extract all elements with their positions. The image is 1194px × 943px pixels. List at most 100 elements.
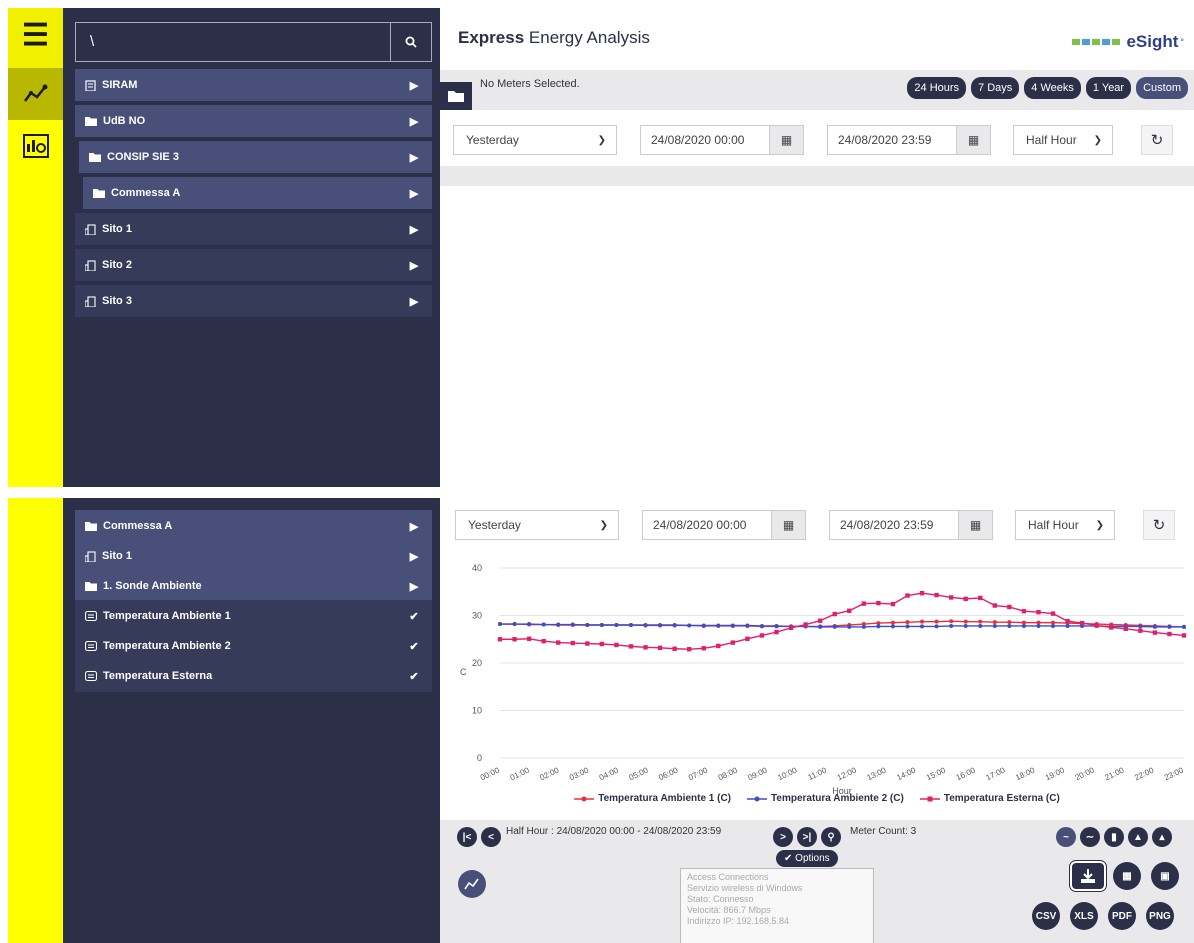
data-point: [730, 623, 735, 628]
data-point: [716, 623, 721, 628]
data-point: [628, 623, 633, 627]
check-icon[interactable]: ✔: [406, 640, 422, 653]
data-point: [643, 645, 648, 650]
bar-chart-type-icon[interactable]: ▮: [1104, 827, 1124, 847]
data-point: [949, 623, 954, 628]
folder-icon: [85, 521, 97, 531]
analysis-line-icon[interactable]: [8, 68, 63, 120]
interval-select[interactable]: Half Hour ❯: [1015, 510, 1115, 540]
expand-arrow-icon[interactable]: ▶: [406, 115, 422, 128]
expand-arrow-icon[interactable]: ▶: [406, 295, 422, 308]
data-point: [890, 620, 895, 625]
data-point: [730, 640, 736, 645]
spline-chart-type-icon[interactable]: ∼: [1080, 827, 1100, 847]
calendar-icon[interactable]: ▦: [958, 511, 992, 539]
report-dashboard-icon[interactable]: [8, 120, 63, 172]
data-point: [934, 619, 939, 624]
tree-item-commessa-a[interactable]: Commessa A ▶: [75, 510, 432, 542]
expand-arrow-icon[interactable]: ▶: [406, 187, 422, 200]
search-input[interactable]: \: [76, 23, 391, 61]
data-point: [1065, 619, 1070, 624]
tree-item-consip-sie-3[interactable]: CONSIP SIE 3 ▶: [79, 141, 432, 173]
line-chart-type-icon[interactable]: ~: [1056, 827, 1076, 847]
tree-item-udb-no[interactable]: UdB NO ▶: [75, 105, 432, 137]
notes-icon[interactable]: ▣: [1151, 862, 1179, 890]
search-button[interactable]: [391, 23, 431, 61]
start-date-field[interactable]: 24/08/2020 00:00 ▦: [642, 510, 806, 540]
tree-item-temperatura-ambiente-1[interactable]: Temperatura Ambiente 1 ✔: [75, 600, 432, 632]
interval-select[interactable]: Half Hour ❯: [1013, 125, 1113, 155]
stacked-area-chart-type-icon[interactable]: ▴: [1152, 827, 1172, 847]
x-tick-label: 08:00: [717, 765, 739, 782]
data-point: [934, 624, 939, 629]
area-chart-type-icon[interactable]: ▲: [1128, 827, 1148, 847]
tree-item-sito-1[interactable]: Sito 1 ▶: [75, 213, 432, 245]
data-point: [1007, 623, 1012, 628]
table-view-icon[interactable]: ▦: [1113, 862, 1141, 890]
tree-item-sito-3[interactable]: Sito 3 ▶: [75, 285, 432, 317]
download-button[interactable]: [1069, 860, 1107, 892]
tree-item-temperatura-esterna[interactable]: Temperatura Esterna ✔: [75, 660, 432, 692]
data-point: [628, 644, 634, 649]
tree-item-temperatura-ambiente-2[interactable]: Temperatura Ambiente 2 ✔: [75, 630, 432, 662]
end-date-field[interactable]: 24/08/2020 23:59 ▦: [829, 510, 993, 540]
tree-item-sito-2[interactable]: Sito 2 ▶: [75, 249, 432, 281]
menu-icon[interactable]: ☰: [8, 8, 63, 68]
zoom-icon[interactable]: ⚲: [821, 827, 841, 847]
refresh-button[interactable]: ↻: [1143, 510, 1175, 540]
data-point: [1167, 624, 1172, 629]
range-text: Half Hour : 24/08/2020 00:00 - 24/08/202…: [506, 826, 722, 837]
range-24-hours-button[interactable]: 24 Hours: [907, 77, 967, 99]
expand-arrow-icon[interactable]: ▶: [406, 223, 422, 236]
legend-item[interactable]: Temperatura Ambiente 1 (C): [574, 793, 731, 804]
export-xls-button[interactable]: XLS: [1070, 902, 1098, 930]
end-date-field[interactable]: 24/08/2020 23:59 ▦: [827, 125, 991, 155]
tree-item-sito-1[interactable]: Sito 1 ▶: [75, 540, 432, 572]
tree-item-siram[interactable]: SIRAM ▶: [75, 69, 432, 101]
expand-arrow-icon[interactable]: ▶: [406, 151, 422, 164]
refresh-button[interactable]: ↻: [1141, 125, 1173, 155]
tree-item-commessa-a[interactable]: Commessa A ▶: [83, 177, 432, 209]
refresh-icon: ↻: [1152, 517, 1166, 534]
range-1-year-button[interactable]: 1 Year: [1085, 77, 1132, 99]
expand-arrow-icon[interactable]: ▶: [406, 79, 422, 92]
period-select[interactable]: Yesterday ❯: [453, 125, 617, 155]
analysis-mode-icon[interactable]: [458, 870, 486, 898]
export-png-button[interactable]: PNG: [1146, 902, 1174, 930]
range-custom-button[interactable]: Custom: [1136, 77, 1188, 99]
expand-arrow-icon[interactable]: ▶: [406, 580, 422, 593]
x-tick-label: 21:00: [1103, 765, 1125, 782]
calendar-icon[interactable]: ▦: [956, 126, 990, 154]
check-icon[interactable]: ✔: [406, 610, 422, 623]
next-icon[interactable]: >: [773, 827, 793, 847]
legend-item[interactable]: Temperatura Ambiente 2 (C): [747, 793, 904, 804]
range-4-weeks-button[interactable]: 4 Weeks: [1024, 77, 1081, 99]
export-pdf-button[interactable]: PDF: [1108, 902, 1136, 930]
period-select[interactable]: Yesterday ❯: [455, 510, 619, 540]
last-page-icon[interactable]: >|: [797, 827, 817, 847]
options-button[interactable]: ✔ Options: [776, 850, 838, 867]
meter-count: Meter Count: 3: [850, 826, 917, 837]
calendar-icon[interactable]: ▦: [771, 511, 805, 539]
export-csv-button[interactable]: CSV: [1032, 902, 1060, 930]
data-point: [1065, 623, 1070, 628]
data-point: [1094, 623, 1099, 628]
expand-arrow-icon[interactable]: ▶: [406, 550, 422, 563]
tree-item-1-sonde-ambiente[interactable]: 1. Sonde Ambiente ▶: [75, 570, 432, 602]
data-point: [978, 595, 983, 601]
x-tick-label: 14:00: [895, 765, 917, 782]
expand-arrow-icon[interactable]: ▶: [406, 259, 422, 272]
legend-item[interactable]: Temperatura Esterna (C): [919, 793, 1060, 804]
previous-icon[interactable]: <: [481, 827, 501, 847]
meter-icon: [85, 641, 97, 651]
check-icon[interactable]: ✔: [406, 670, 422, 683]
data-point: [1021, 623, 1026, 628]
tree-item-label: 1. Sonde Ambiente: [103, 580, 202, 592]
start-date-field[interactable]: 24/08/2020 00:00 ▦: [640, 125, 804, 155]
first-page-icon[interactable]: |<: [457, 827, 477, 847]
range-7-days-button[interactable]: 7 Days: [971, 77, 1020, 99]
expand-arrow-icon[interactable]: ▶: [406, 520, 422, 533]
network-tooltip: Access Connections Servizio wireless di …: [680, 868, 874, 943]
calendar-icon[interactable]: ▦: [769, 126, 803, 154]
folder-toggle-button[interactable]: [440, 82, 472, 110]
